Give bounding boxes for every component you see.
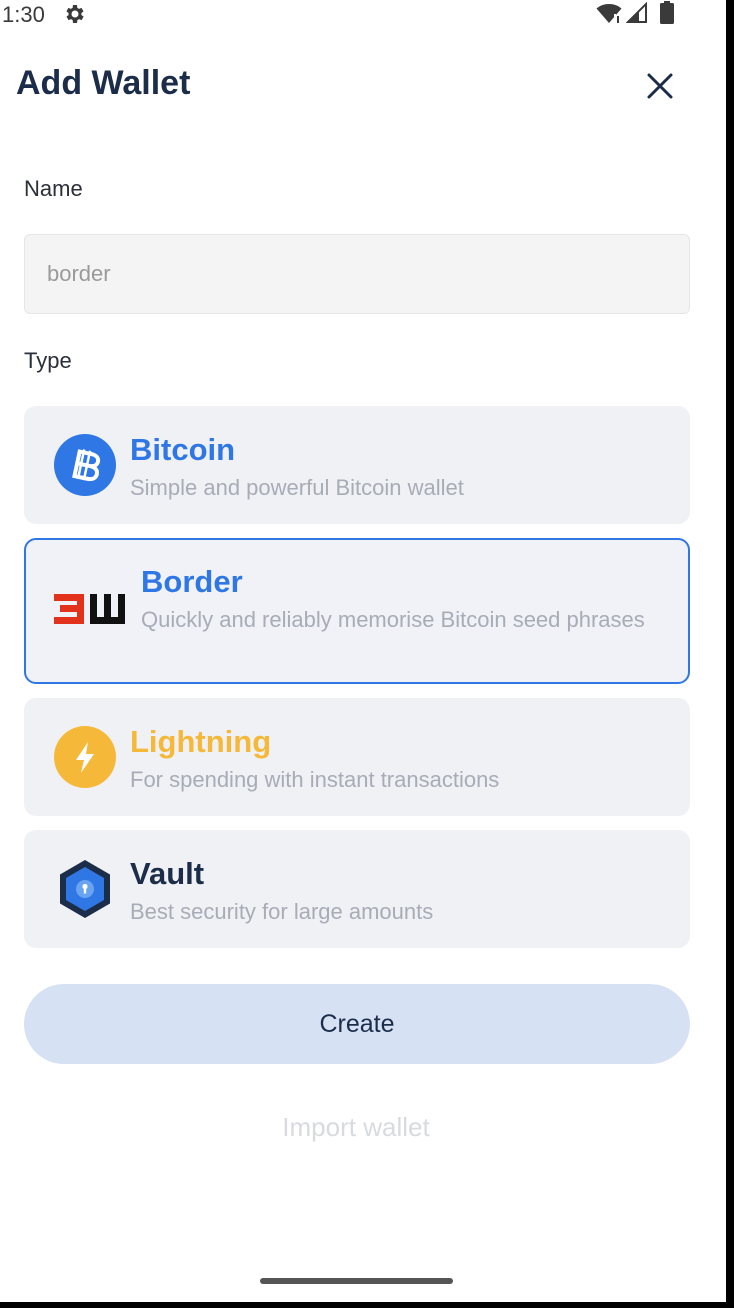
screen-edge-bottom: [0, 1302, 734, 1308]
wallet-type-description: Simple and powerful Bitcoin wallet: [130, 475, 464, 500]
import-wallet-link[interactable]: Import wallet: [0, 1112, 712, 1143]
wifi-icon: [596, 4, 622, 23]
status-bar: 1:30: [0, 0, 726, 30]
wallet-type-description: Quickly and reliably memorise Bitcoin se…: [141, 607, 645, 632]
gear-icon: [66, 5, 84, 23]
border-wallet-logo-icon: [54, 594, 125, 624]
wallet-type-vault[interactable]: Vault Best security for large amounts: [24, 830, 690, 948]
lightning-icon: [54, 726, 116, 788]
status-time: 1:30: [2, 2, 45, 27]
wallet-type-title: Bitcoin: [130, 432, 236, 467]
wallet-type-border[interactable]: Border Quickly and reliably memorise Bit…: [24, 538, 690, 684]
wallet-type-title: Vault: [130, 856, 205, 891]
close-icon[interactable]: [640, 66, 680, 106]
screen-edge-right: [726, 0, 734, 1308]
create-button[interactable]: Create: [24, 984, 690, 1064]
vault-icon: [60, 860, 110, 918]
name-input[interactable]: [24, 234, 690, 314]
add-wallet-screen: 1:30 Add Wallet Name Type: [0, 0, 726, 1308]
wallet-type-bitcoin[interactable]: Bitcoin Simple and powerful Bitcoin wall…: [24, 406, 690, 524]
signal-icon: [626, 2, 647, 23]
wallet-type-description: For spending with instant transactions: [130, 767, 500, 792]
battery-icon: [660, 1, 674, 24]
wallet-type-lightning[interactable]: Lightning For spending with instant tran…: [24, 698, 690, 816]
wallet-type-description: Best security for large amounts: [130, 899, 434, 924]
type-label: Type: [24, 348, 72, 373]
wallet-type-title: Border: [141, 564, 243, 599]
page-title: Add Wallet: [16, 64, 191, 102]
home-indicator[interactable]: [260, 1278, 453, 1284]
bitcoin-icon: [54, 434, 116, 496]
wallet-type-title: Lightning: [130, 724, 272, 759]
name-label: Name: [24, 176, 83, 201]
